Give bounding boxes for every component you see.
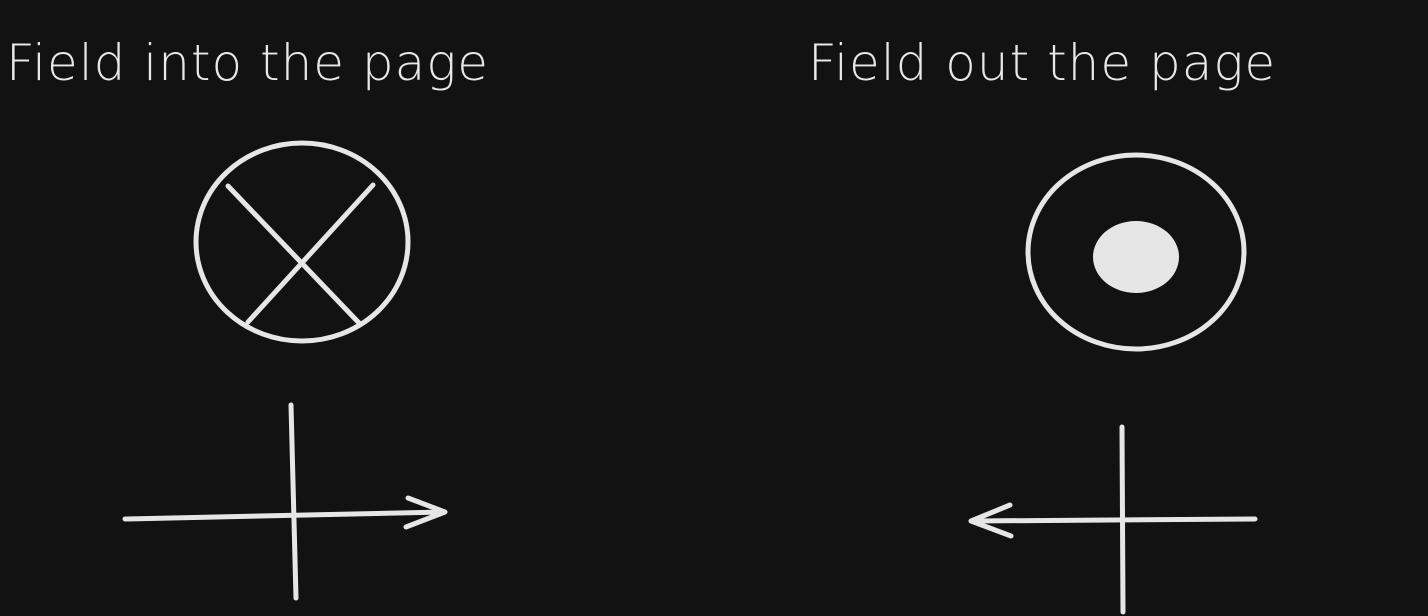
left-horizontal-axis bbox=[122, 509, 447, 522]
axes-arrow-left-icon bbox=[968, 424, 1258, 615]
cross-in-circle-icon bbox=[193, 140, 411, 344]
right-horizontal-axis bbox=[969, 516, 1258, 524]
dot-in-circle-icon bbox=[1025, 152, 1247, 352]
diagram-drawing bbox=[122, 140, 1258, 615]
axes-arrow-right-icon bbox=[122, 402, 448, 601]
left-symbol-circle bbox=[193, 140, 411, 344]
center-dot bbox=[1093, 221, 1179, 293]
diagram-canvas: Field into the page Field out the page bbox=[0, 0, 1428, 616]
left-cross-stroke-2 bbox=[245, 182, 376, 325]
left-cross-stroke-1 bbox=[225, 183, 363, 327]
left-vertical-axis bbox=[288, 402, 299, 601]
